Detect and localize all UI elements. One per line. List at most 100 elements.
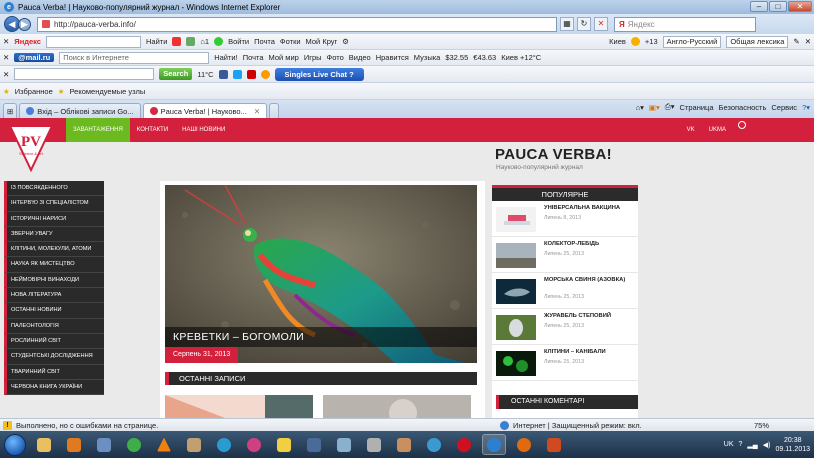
eur-rate[interactable]: €43.63: [473, 53, 496, 62]
toolbar-close-icon[interactable]: ✕: [3, 37, 9, 46]
taskbar-picasa-icon[interactable]: [242, 434, 266, 455]
toolbar-search-button[interactable]: Search: [159, 68, 193, 80]
toolbar-options-icon[interactable]: [802, 70, 811, 79]
taskbar-vlc-icon[interactable]: [152, 434, 176, 455]
popular-item[interactable]: ЖУРАВЕЛЬ СТЕПОВИЙ Липень 25, 2013: [492, 309, 638, 345]
toolbar-close-right-icon[interactable]: ✕: [805, 37, 811, 46]
menu-item[interactable]: КЛІТИНИ, МОЛЕКУЛИ, АТОМИ: [4, 242, 104, 258]
site-title[interactable]: PAUCA VERBA!: [495, 146, 612, 163]
search-box[interactable]: Я Яндекс: [614, 16, 756, 32]
dictionary-select[interactable]: Общая лексика: [726, 35, 789, 48]
mailru-brand[interactable]: @mail.ru: [14, 53, 55, 62]
marker-icon[interactable]: [172, 37, 182, 46]
menu-item[interactable]: СТУДЕНТСЬКІ ДОСЛІДЖЕННЯ: [4, 349, 104, 365]
popular-thumb[interactable]: [496, 315, 536, 340]
taskbar-chrome-icon[interactable]: [122, 434, 146, 455]
page-menu[interactable]: Страница: [680, 103, 714, 112]
mailru-mail-button[interactable]: Почта: [243, 53, 264, 62]
weather-value[interactable]: +13: [645, 37, 658, 46]
toolbar-close-icon[interactable]: ✕: [3, 53, 9, 62]
latest-post-thumb[interactable]: [165, 395, 313, 418]
nav-contacts[interactable]: КОНТАКТИ: [130, 118, 175, 142]
menu-item[interactable]: ІЗ ПОВСЯКДЕННОГО: [4, 181, 104, 197]
temperature-value[interactable]: 11°C: [197, 70, 213, 79]
taskbar-explorer-icon[interactable]: [32, 434, 56, 455]
taskbar-opera-icon[interactable]: [452, 434, 476, 455]
usd-rate[interactable]: $32.55: [445, 53, 468, 62]
security-zone[interactable]: Интернет | Защищенный режим: вкл.: [500, 420, 642, 430]
taskbar-pen-icon[interactable]: [362, 434, 386, 455]
yandex-mycircle-button[interactable]: Мой Круг: [306, 37, 338, 46]
site-search-toggle[interactable]: [730, 118, 814, 142]
warning-icon[interactable]: !: [3, 420, 12, 430]
yandex-find-button[interactable]: Найти: [146, 37, 167, 46]
smiley-icon[interactable]: [260, 69, 270, 79]
yandex-photos-button[interactable]: Фотки: [280, 37, 301, 46]
home-icon[interactable]: ⌂▾: [636, 103, 644, 112]
popular-title[interactable]: КЛІТИНИ – КАНІБАЛИ: [544, 349, 634, 356]
volume-icon[interactable]: ◀): [763, 441, 771, 449]
help-tray-icon[interactable]: ?: [739, 441, 743, 448]
nav-vk[interactable]: VK: [680, 118, 702, 142]
singles-live-chat-button[interactable]: Singles Live Chat ?: [274, 67, 364, 81]
yandex-brand[interactable]: Яндекс: [14, 37, 41, 46]
security-menu[interactable]: Безопасность: [719, 103, 767, 112]
tab-pauca-verba[interactable]: Pauca Verba! | Науково... ✕: [142, 103, 268, 118]
taskbar-paint-icon[interactable]: [332, 434, 356, 455]
mailru-photo-button[interactable]: Фото: [327, 53, 344, 62]
popular-item[interactable]: МОРСЬКА СВИНЯ (АЗОВКА) Липень 25, 2013: [492, 273, 638, 309]
mailru-myworld-button[interactable]: Мой мир: [269, 53, 299, 62]
taskbar-map-icon[interactable]: [392, 434, 416, 455]
menu-item[interactable]: РОСЛИННИЙ СВІТ: [4, 333, 104, 350]
url-field[interactable]: http://pauca-verba.info/: [37, 16, 557, 32]
popular-item[interactable]: КОЛЕКТОР-ЛЕБІДЬ Липень 25, 2013: [492, 237, 638, 273]
latest-post-thumb[interactable]: [323, 395, 471, 418]
start-button[interactable]: [4, 433, 26, 456]
youtube-icon[interactable]: [246, 69, 256, 79]
popular-thumb[interactable]: [496, 279, 536, 304]
language-indicator[interactable]: UK: [724, 441, 734, 448]
menu-item[interactable]: НЕЙМОВІРНІ ВИНАХОДИ: [4, 272, 104, 289]
menu-item[interactable]: ЧЕРВОНА КНИГА УКРАЇНИ: [4, 379, 104, 396]
stop-icon[interactable]: ✕: [594, 17, 608, 31]
popular-title[interactable]: МОРСЬКА СВИНЯ (АЗОВКА): [544, 277, 634, 284]
menu-item[interactable]: ТВАРИННИЙ СВІТ: [4, 364, 104, 380]
taskbar-calculator-icon[interactable]: [302, 434, 326, 455]
taskbar-calendar-icon[interactable]: [92, 434, 116, 455]
print-icon[interactable]: ⎙▾: [665, 102, 675, 112]
popular-thumb[interactable]: [496, 351, 536, 376]
menu-item[interactable]: НОВА ЛІТЕРАТУРА: [4, 288, 104, 304]
service-menu[interactable]: Сервис: [771, 103, 797, 112]
menu-item[interactable]: ПАЛЕОНТОЛОГІЯ: [4, 318, 104, 334]
gear-icon[interactable]: ⚙: [342, 37, 349, 46]
compatibility-icon[interactable]: ▦: [560, 17, 574, 31]
help-icon[interactable]: ?▾: [802, 103, 810, 112]
notifications-icon[interactable]: ⌂1: [200, 37, 209, 46]
chart-icon[interactable]: [186, 37, 196, 46]
favorites-button[interactable]: Избранное: [15, 87, 53, 96]
menu-item[interactable]: ІНТЕРВ'Ю ЗІ СПЕЦІАЛІСТОМ: [4, 196, 104, 212]
taskbar-app-icon[interactable]: [182, 434, 206, 455]
city-label[interactable]: Киев: [609, 37, 626, 46]
mailru-video-button[interactable]: Видео: [349, 53, 371, 62]
menu-item[interactable]: ЗВЕРНИ УВАГУ: [4, 226, 104, 243]
twitter-icon[interactable]: [232, 69, 242, 79]
kyiv-weather[interactable]: Киев +12°C: [501, 53, 541, 62]
status-text[interactable]: Выполнено, но с ошибками на странице.: [16, 421, 158, 430]
minimize-button[interactable]: –: [750, 1, 768, 12]
mailru-games-button[interactable]: Игры: [304, 53, 322, 62]
menu-item[interactable]: ІСТОРИЧНІ НАРИСИ: [4, 211, 104, 227]
clock[interactable]: 20:38 09.11.2013: [775, 436, 810, 454]
add-favorite-icon[interactable]: ★: [58, 87, 65, 96]
feeds-icon[interactable]: ▣▾: [649, 103, 660, 112]
zoom-level[interactable]: 75%: [754, 421, 769, 430]
taskbar-firefox-icon[interactable]: [512, 434, 536, 455]
menu-item[interactable]: НАУКА ЯК МИСТЕЦТВО: [4, 257, 104, 273]
taskbar-ie-icon[interactable]: [482, 434, 506, 455]
yandex-search-input[interactable]: [45, 35, 141, 48]
popular-title[interactable]: КОЛЕКТОР-ЛЕБІДЬ: [544, 241, 634, 248]
taskbar-tool-icon[interactable]: [272, 434, 296, 455]
site-logo[interactable]: PV Science & art: [6, 124, 56, 173]
yandex-login-button[interactable]: Войти: [228, 37, 249, 46]
network-icon[interactable]: ▂▄: [747, 441, 757, 449]
